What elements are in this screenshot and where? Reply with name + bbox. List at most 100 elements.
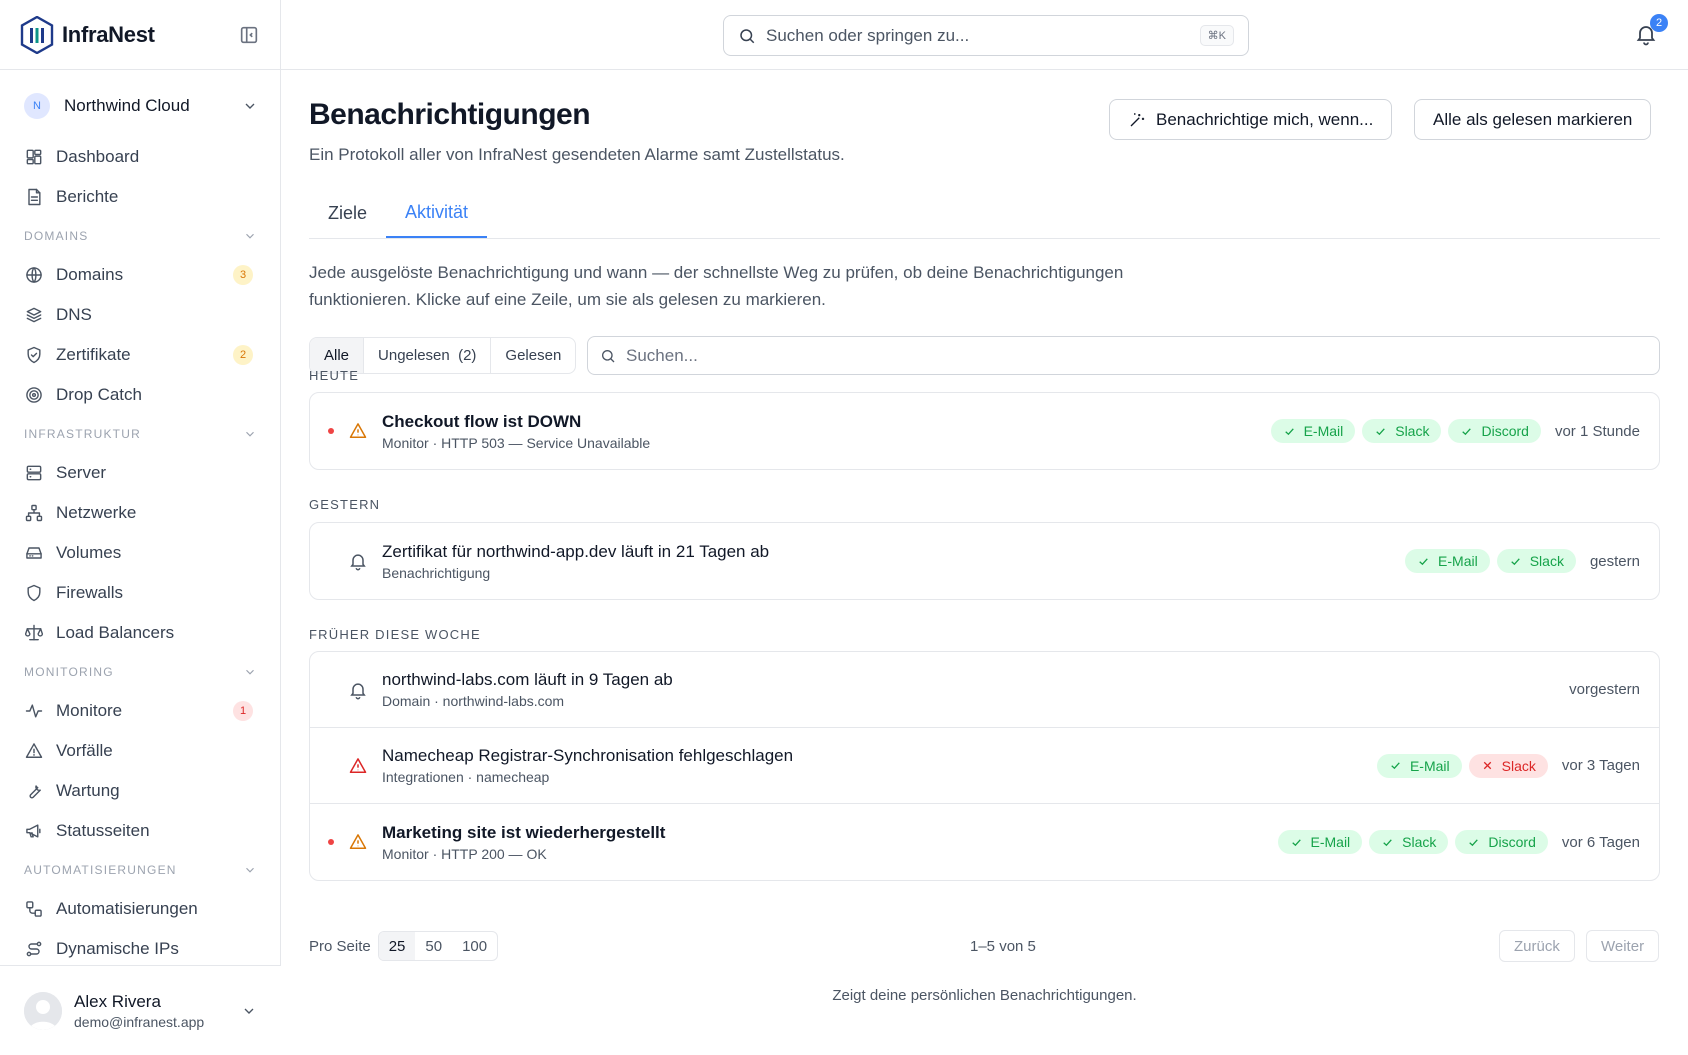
sidebar-item-label: Wartung	[56, 781, 120, 800]
prev-page-button[interactable]: Zurück	[1499, 930, 1575, 962]
hard-drive-icon	[24, 543, 44, 563]
sidebar-item-load-balancers[interactable]: Load Balancers	[0, 613, 281, 653]
notification-meta: Monitor · HTTP 200 — OK	[382, 845, 547, 862]
notification-title: Marketing site ist wiederhergestellt	[382, 822, 666, 842]
sidebar-item-zertifikate[interactable]: Zertifikate 2	[0, 335, 281, 375]
notification-row[interactable]: Namecheap Registrar-Synchronisation fehl…	[310, 728, 1659, 804]
check-icon	[1374, 425, 1395, 438]
search-icon	[738, 27, 756, 45]
sidebar-item-label: Automatisierungen	[56, 899, 198, 918]
channel-name: E-Mail	[1310, 834, 1351, 850]
section-header-automatisierungen[interactable]: AUTOMATISIERUNGEN	[0, 851, 281, 889]
count-badge: 1	[233, 701, 253, 721]
channel-status-slack: Slack	[1468, 753, 1548, 778]
channel-name: Discord	[1481, 423, 1529, 439]
section-title: INFRASTRUKTUR	[24, 427, 141, 441]
sidebar-item-server[interactable]: Server	[0, 453, 281, 493]
notification-text: Marketing site ist wiederhergestellt Moni…	[382, 823, 1271, 862]
notification-row[interactable]: Zertifikat für northwind-app.dev läuft i…	[310, 523, 1659, 599]
app-name: InfraNest	[62, 21, 155, 47]
shortcut-hint: ⌘K	[1199, 25, 1234, 46]
notification-row[interactable]: Marketing site ist wiederhergestellt Moni…	[310, 804, 1659, 880]
per-page-25[interactable]: 25	[378, 932, 416, 960]
sidebar-item-label: Load Balancers	[56, 623, 175, 642]
section-header-domains[interactable]: DOMAINS	[0, 217, 281, 255]
sidebar-item-netzwerke[interactable]: Netzwerke	[0, 493, 281, 533]
notification-title: Checkout flow ist DOWN	[382, 411, 582, 431]
route-icon	[24, 939, 44, 959]
tab-aktivitaet[interactable]: Aktivität	[386, 188, 488, 238]
sidebar-item-dynamische-ips[interactable]: Dynamische IPs	[0, 929, 281, 969]
channel-status-slack: Slack	[1496, 549, 1576, 573]
user-email: demo@infranest.app	[74, 1013, 205, 1030]
per-page-50[interactable]: 50	[415, 932, 452, 960]
notification-title: northwind-labs.com läuft in 9 Tagen ab	[382, 670, 673, 689]
sidebar-item-label: Vorfälle	[56, 741, 113, 760]
global-search[interactable]: Suchen oder springen zu... ⌘K	[723, 15, 1249, 56]
chevron-down-icon	[243, 229, 257, 243]
sidebar-item-automatisierungen[interactable]: Automatisierungen	[0, 889, 281, 929]
unread-dot	[328, 428, 334, 434]
sidebar-item-vorfaelle[interactable]: Vorfälle	[0, 731, 281, 771]
target-icon	[24, 385, 44, 405]
mark-all-read-button[interactable]: Alle als gelesen markieren	[1414, 99, 1652, 140]
per-page-selector: 25 50 100	[377, 931, 499, 961]
intro-text: Jede ausgelöste Benachrichtigung und wan…	[309, 263, 1124, 309]
search-icon	[600, 348, 616, 364]
check-icon	[1389, 759, 1410, 772]
infranest-logo-icon[interactable]	[20, 15, 54, 54]
sidebar-item-label: Volumes	[56, 543, 122, 562]
sidebar-item-wartung[interactable]: Wartung	[0, 771, 281, 811]
server-icon	[24, 463, 44, 483]
globe-icon	[24, 265, 44, 285]
channel-status-e-mail: E-Mail	[1277, 830, 1363, 854]
user-menu[interactable]: Alex Rivera demo@infranest.app	[0, 965, 281, 1055]
sidebar-item-label: Drop Catch	[56, 385, 142, 404]
warning-icon	[348, 421, 368, 441]
group-header-gestern: GESTERN	[309, 497, 381, 512]
sidebar-collapse-icon[interactable]	[238, 24, 260, 46]
filter-read[interactable]: Gelesen	[491, 338, 575, 373]
workspace-name: Northwind Cloud	[64, 96, 190, 115]
section-header-infrastruktur[interactable]: INFRASTRUKTUR	[0, 415, 281, 453]
sidebar-item-volumes[interactable]: Volumes	[0, 533, 281, 573]
section-header-monitoring[interactable]: MONITORING	[0, 653, 281, 691]
check-icon	[1290, 836, 1311, 849]
notification-row[interactable]: Checkout flow ist DOWN Monitor · HTTP 503…	[310, 393, 1659, 469]
sidebar-item-monitore[interactable]: Monitore 1	[0, 691, 281, 731]
shield-check-icon	[24, 345, 44, 365]
filter-unread[interactable]: Ungelesen (2)	[364, 338, 492, 373]
sidebar-item-dashboard[interactable]: Dashboard	[0, 137, 281, 177]
notification-meta: Domain · northwind-labs.com	[382, 693, 565, 709]
channel-status-slack: Slack	[1369, 830, 1449, 854]
sidebar-item-drop-catch[interactable]: Drop Catch	[0, 375, 281, 415]
notification-row[interactable]: northwind-labs.com läuft in 9 Tagen ab Do…	[310, 652, 1659, 728]
tab-ziele[interactable]: Ziele	[309, 188, 386, 238]
notification-time: vorgestern	[1569, 681, 1640, 698]
sidebar-item-firewalls[interactable]: Firewalls	[0, 573, 281, 613]
per-page-100[interactable]: 100	[452, 932, 497, 960]
sidebar-item-dns[interactable]: DNS	[0, 295, 281, 335]
section-title: MONITORING	[24, 665, 114, 679]
sidebar-item-label: Dynamische IPs	[56, 939, 179, 958]
sidebar-item-statusseiten[interactable]: Statusseiten	[0, 811, 281, 851]
next-page-button[interactable]: Weiter	[1586, 930, 1660, 962]
channel-name: E-Mail	[1438, 553, 1478, 569]
notification-meta: Integrationen · namecheap	[382, 769, 550, 785]
pagination: Pro Seite 25 50 100 1–5 von 5 Zurück Wei…	[309, 930, 1660, 962]
sidebar-nav: Dashboard Berichte DOMAINS Domains 3 DNS Zerti…	[0, 137, 281, 969]
notification-search-input[interactable]	[626, 345, 1647, 366]
notification-count-badge: 2	[1650, 14, 1668, 32]
notify-me-button[interactable]: Benachrichtige mich, wenn...	[1109, 99, 1393, 140]
sidebar-item-label: Zertifikate	[56, 345, 131, 364]
sidebar-item-domains[interactable]: Domains 3	[0, 255, 281, 295]
check-icon	[1460, 425, 1481, 438]
user-info: Alex Rivera demo@infranest.app	[74, 992, 241, 1030]
sidebar-item-label: Monitore	[56, 701, 123, 720]
magic-wand-icon	[1128, 111, 1146, 129]
workspace-switcher[interactable]: N Northwind Cloud	[24, 88, 258, 124]
sidebar-item-label: DNS	[56, 305, 92, 324]
notify-me-label: Benachrichtige mich, wenn...	[1156, 109, 1374, 129]
sidebar-item-berichte[interactable]: Berichte	[0, 177, 281, 217]
sidebar-item-label: Netzwerke	[56, 503, 137, 522]
